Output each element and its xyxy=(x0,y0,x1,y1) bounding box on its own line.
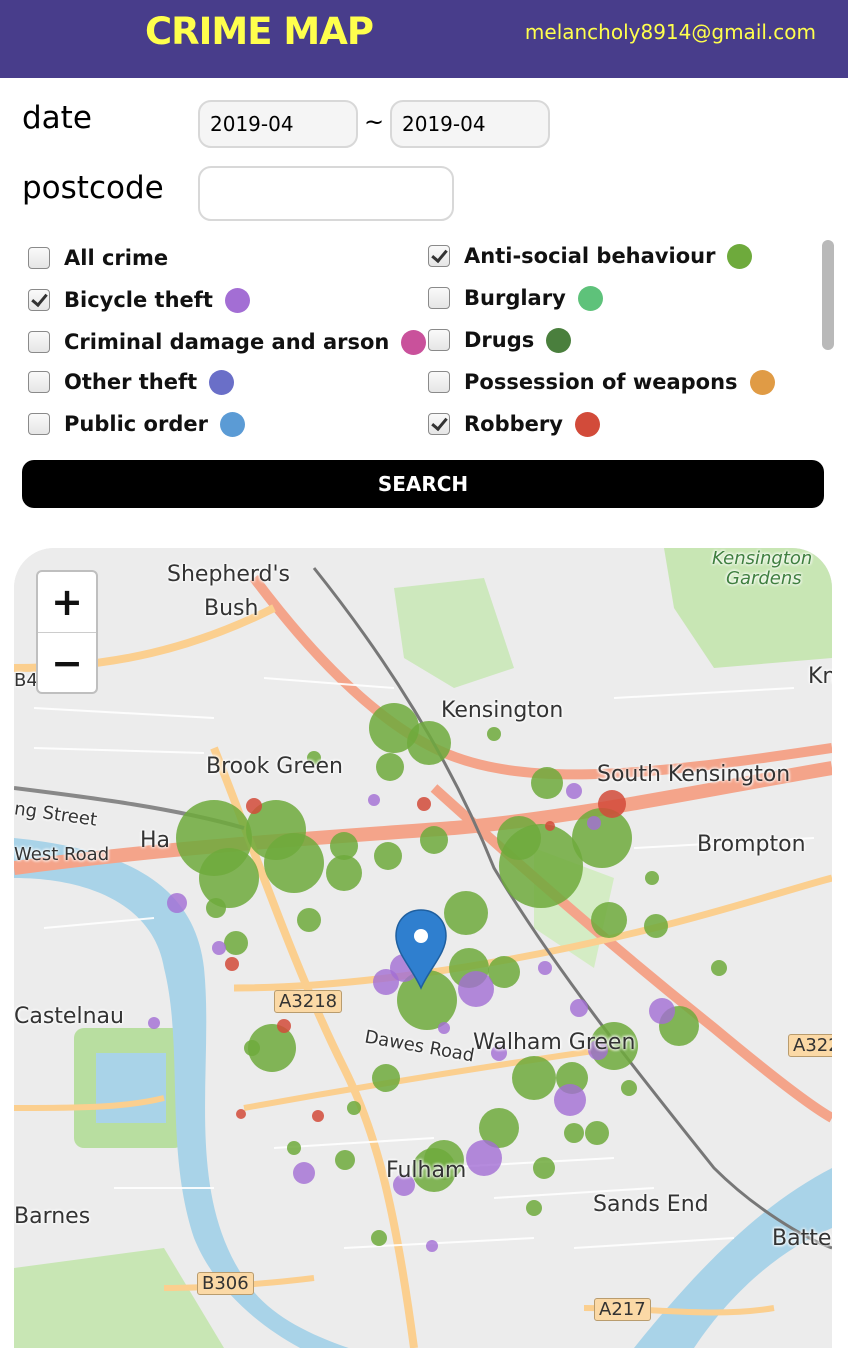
filter-scrollbar[interactable] xyxy=(822,240,834,350)
map-label: Walham Green xyxy=(473,1030,636,1055)
user-email[interactable]: melancholy8914@gmail.com xyxy=(525,20,816,44)
postcode-label: postcode xyxy=(22,170,164,206)
checkbox[interactable] xyxy=(28,413,50,435)
filter-label: Burglary xyxy=(464,286,566,310)
filter-label: Drugs xyxy=(464,328,535,352)
road-label: A3218 xyxy=(274,990,343,1013)
date-from-input[interactable] xyxy=(198,100,358,148)
app-header: CRIME MAP melancholy8914@gmail.com xyxy=(0,0,848,78)
checkbox[interactable] xyxy=(28,247,50,269)
road-label: B306 xyxy=(197,1272,254,1295)
filter-possession-of-weapons[interactable]: Possession of weapons xyxy=(428,364,775,400)
filter-public-order[interactable]: Public order xyxy=(28,406,245,442)
filter-label: Robbery xyxy=(464,412,563,436)
search-button[interactable]: SEARCH xyxy=(22,460,824,508)
map-label: Fulham xyxy=(386,1158,467,1183)
map-label: Castelnau xyxy=(14,1004,124,1029)
zoom-in-button[interactable]: + xyxy=(38,572,96,633)
filter-other-theft[interactable]: Other theft xyxy=(28,364,235,400)
filter-label: Other theft xyxy=(64,370,198,394)
date-label: date xyxy=(22,100,92,136)
map-label: Sands End xyxy=(593,1192,709,1217)
filter-label: Public order xyxy=(64,412,208,436)
crime-map[interactable]: Shepherd's Bush Kensington Gardens Kensi… xyxy=(14,548,832,1348)
filter-bicycle-theft[interactable]: Bicycle theft xyxy=(28,282,250,318)
map-label: Barnes xyxy=(14,1204,91,1229)
legend-dot xyxy=(546,327,572,353)
road-label: A322 xyxy=(788,1034,832,1057)
checkbox[interactable] xyxy=(428,413,450,435)
checkbox[interactable] xyxy=(428,329,450,351)
filter-anti-social-behaviour[interactable]: Anti-social behaviour xyxy=(428,238,753,274)
map-label: Kensington xyxy=(712,548,813,569)
filter-label: All crime xyxy=(64,246,169,270)
crime-filter-list: All crime Anti-social behaviour Bicycle … xyxy=(22,236,822,446)
app-title: CRIME MAP xyxy=(145,10,374,53)
legend-dot xyxy=(727,243,753,269)
legend-dot xyxy=(219,411,245,437)
filter-criminal-damage[interactable]: Criminal damage and arson xyxy=(28,324,427,360)
map-label: West Road xyxy=(14,844,110,865)
checkbox[interactable] xyxy=(428,245,450,267)
checkbox[interactable] xyxy=(428,371,450,393)
filter-robbery[interactable]: Robbery xyxy=(428,406,600,442)
filter-label: Anti-social behaviour xyxy=(464,244,716,268)
map-label: Kn xyxy=(808,664,832,689)
map-label: Batte xyxy=(772,1226,832,1251)
filter-label: Criminal damage and arson xyxy=(64,330,390,354)
map-label: Ha xyxy=(140,828,171,853)
filter-drugs[interactable]: Drugs xyxy=(428,322,572,358)
zoom-out-button[interactable]: − xyxy=(38,633,96,693)
map-label: South Kensington xyxy=(597,762,791,787)
checkbox[interactable] xyxy=(428,287,450,309)
map-label: Gardens xyxy=(726,568,802,589)
legend-dot xyxy=(224,287,250,313)
map-label: Kensington xyxy=(441,698,564,723)
filter-burglary[interactable]: Burglary xyxy=(428,280,603,316)
legend-dot xyxy=(574,411,600,437)
legend-dot xyxy=(749,369,775,395)
checkbox[interactable] xyxy=(28,371,50,393)
map-label: Brompton xyxy=(697,832,806,857)
filter-label: Possession of weapons xyxy=(464,370,738,394)
map-label: Brook Green xyxy=(206,754,343,779)
date-to-input[interactable] xyxy=(390,100,550,148)
legend-dot xyxy=(577,285,603,311)
postcode-input[interactable] xyxy=(198,166,454,221)
legend-dot xyxy=(209,369,235,395)
checkbox[interactable] xyxy=(28,331,50,353)
checkbox[interactable] xyxy=(28,289,50,311)
map-label: Bush xyxy=(204,596,259,621)
map-label: Shepherd's xyxy=(167,562,291,587)
filter-label: Bicycle theft xyxy=(64,288,213,312)
map-tiles xyxy=(14,548,832,1348)
date-separator: ~ xyxy=(364,108,385,136)
map-label: B4 xyxy=(14,670,38,691)
filter-all-crime[interactable]: All crime xyxy=(28,240,168,276)
zoom-control: + − xyxy=(36,570,98,694)
legend-dot xyxy=(401,329,427,355)
